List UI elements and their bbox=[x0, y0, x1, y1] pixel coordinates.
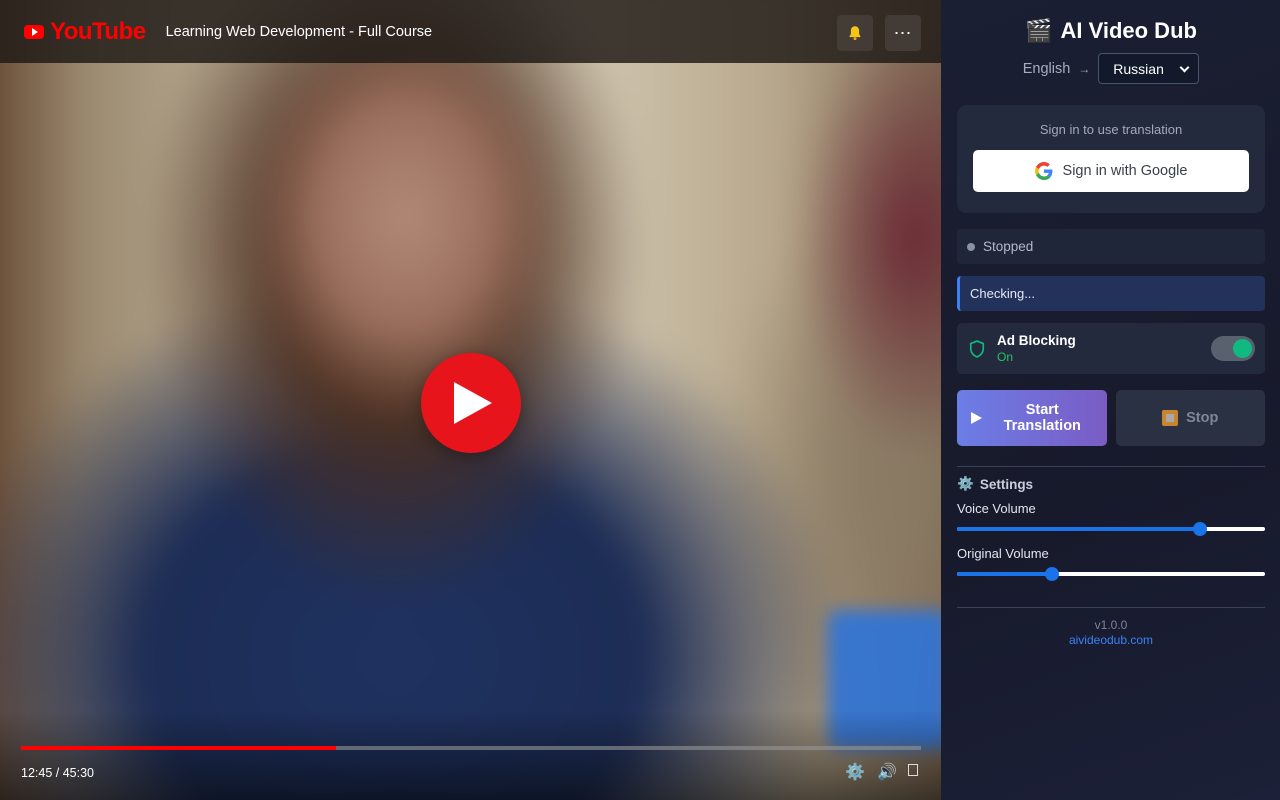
signin-card: Sign in to use translation Sign in with … bbox=[957, 105, 1265, 213]
info-banner: Checking... bbox=[957, 276, 1265, 311]
time-separator: / bbox=[52, 766, 63, 780]
google-signin-label: Sign in with Google bbox=[1062, 163, 1188, 179]
gear-icon[interactable]: ⚙️ bbox=[845, 762, 865, 782]
website-link[interactable]: aivideodub.com bbox=[957, 633, 1265, 647]
more-icon: ⋯ bbox=[893, 22, 913, 43]
chevron-down-icon bbox=[1179, 62, 1190, 73]
settings-heading: ⚙️ Settings bbox=[957, 476, 1265, 492]
more-options-button[interactable]: ⋯ bbox=[885, 15, 921, 51]
stop-icon bbox=[1162, 410, 1179, 426]
start-translation-button[interactable]: Start Translation bbox=[957, 390, 1107, 446]
youtube-play-icon bbox=[24, 24, 44, 39]
ad-blocking-toggle[interactable] bbox=[1211, 336, 1255, 361]
video-title: Learning Web Development - Full Course bbox=[165, 23, 433, 40]
start-translation-label: Start Translation bbox=[1003, 402, 1081, 434]
dub-extension-panel: 🎬 AI Video Dub English → Russian Sign in… bbox=[941, 0, 1280, 800]
play-button[interactable] bbox=[421, 353, 521, 453]
app-title: AI Video Dub bbox=[1060, 18, 1197, 43]
ad-blocking-title: Ad Blocking bbox=[997, 333, 1076, 348]
time-readout: 12:45 / 45:30 bbox=[21, 766, 94, 780]
bell-icon bbox=[849, 26, 861, 41]
clapperboard-icon: 🎬 bbox=[1025, 18, 1053, 43]
settings-heading-label: Settings bbox=[979, 476, 1034, 492]
shield-icon bbox=[969, 339, 985, 358]
panel-header: 🎬 AI Video Dub bbox=[957, 18, 1265, 44]
status-text: Stopped bbox=[983, 239, 1034, 254]
video-progress-bar[interactable] bbox=[21, 746, 921, 750]
fullscreen-icon[interactable] bbox=[908, 764, 918, 776]
google-icon bbox=[1034, 162, 1052, 180]
volume-icon[interactable]: 🔊 bbox=[877, 762, 897, 782]
youtube-top-bar: YouTube Learning Web Development - Full … bbox=[0, 0, 941, 63]
slider-thumb[interactable] bbox=[1193, 522, 1208, 536]
google-signin-button[interactable]: Sign in with Google bbox=[973, 150, 1249, 192]
current-time: 12:45 bbox=[21, 766, 53, 780]
youtube-logo-text: YouTube bbox=[50, 17, 146, 45]
youtube-logo[interactable]: YouTube bbox=[24, 18, 146, 46]
status-dot-icon bbox=[967, 242, 975, 251]
toggle-knob bbox=[1233, 339, 1252, 358]
slider-fill bbox=[957, 572, 1053, 576]
total-time: 45:30 bbox=[62, 766, 94, 780]
ad-blocking-state: On bbox=[997, 350, 1014, 364]
voice-volume-slider[interactable] bbox=[957, 522, 1265, 536]
target-language-value: Russian bbox=[1113, 60, 1164, 77]
language-row: English → Russian bbox=[957, 53, 1265, 84]
signin-prompt: Sign in to use translation bbox=[1039, 122, 1183, 137]
stop-button[interactable]: Stop bbox=[1115, 390, 1265, 446]
ad-blocking-card: Ad Blocking On bbox=[957, 323, 1265, 374]
play-icon bbox=[971, 412, 983, 424]
video-controls-shade bbox=[0, 710, 941, 800]
status-bar: Stopped bbox=[957, 229, 1265, 264]
stop-label: Stop bbox=[1186, 410, 1219, 426]
voice-volume-label: Voice Volume bbox=[957, 501, 1036, 516]
original-volume-slider[interactable] bbox=[957, 567, 1265, 581]
slider-thumb[interactable] bbox=[1045, 567, 1060, 581]
info-banner-text: Checking... bbox=[970, 286, 1036, 301]
arrow-right-icon: → bbox=[1078, 61, 1091, 76]
slider-fill bbox=[957, 527, 1201, 531]
ad-blocking-texts: Ad Blocking On bbox=[997, 333, 1076, 364]
version-text: v1.0.0 bbox=[1094, 618, 1128, 632]
notification-button[interactable] bbox=[837, 15, 873, 51]
gear-icon: ⚙️ bbox=[957, 476, 974, 491]
source-language: English bbox=[1022, 60, 1071, 77]
panel-footer: v1.0.0 aivideodub.com bbox=[957, 607, 1265, 647]
settings-section: ⚙️ Settings Voice Volume Original Volume bbox=[957, 466, 1265, 581]
target-language-select[interactable]: Russian bbox=[1098, 53, 1200, 84]
original-volume-label: Original Volume bbox=[957, 546, 1049, 561]
video-player[interactable]: YouTube Learning Web Development - Full … bbox=[0, 0, 941, 800]
video-progress-fill bbox=[21, 746, 337, 750]
action-row: Start Translation Stop bbox=[957, 390, 1265, 446]
